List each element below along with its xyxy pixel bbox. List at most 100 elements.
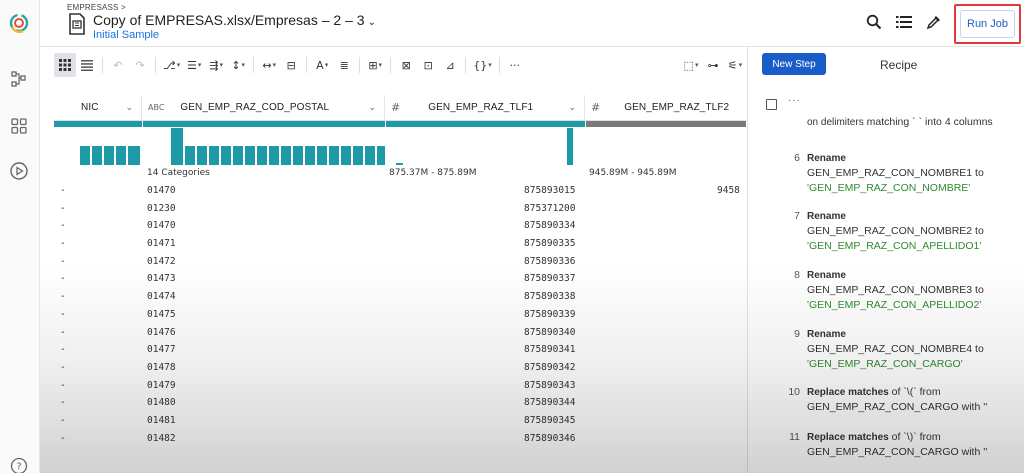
table-row[interactable]: - 01471 875890335	[54, 236, 746, 254]
calculate-icon[interactable]: ≣	[333, 53, 355, 77]
cell-nic[interactable]: -	[60, 273, 66, 284]
histogram-bar[interactable]	[197, 146, 207, 165]
cell-postal[interactable]: 01474	[147, 291, 176, 302]
table-row[interactable]: - 01478 875890342	[54, 360, 746, 378]
cell-postal[interactable]: 01472	[147, 256, 176, 267]
cell-tlf1[interactable]: 875890335	[524, 238, 575, 249]
histogram-bar[interactable]	[116, 146, 126, 165]
cell-nic[interactable]: -	[60, 433, 66, 444]
cell-nic[interactable]: -	[60, 238, 66, 249]
move-column-icon[interactable]: ↔ ▾	[258, 53, 280, 77]
table-row[interactable]: - 01477 875890341	[54, 342, 746, 360]
lookup-icon[interactable]: ⊶	[702, 53, 724, 77]
cell-tlf1[interactable]: 875890341	[524, 344, 575, 355]
text-format-icon[interactable]: A ▾	[311, 53, 333, 77]
column-header[interactable]: ABC GEN_EMP_RAZ_COD_POSTAL ⌄	[142, 95, 385, 121]
table-row[interactable]: - 01482 875890346	[54, 431, 746, 449]
select-columns-icon[interactable]: ⬚ ▾	[680, 53, 702, 77]
new-step-button[interactable]: New Step	[762, 53, 826, 75]
cell-postal[interactable]: 01478	[147, 362, 176, 373]
cell-tlf1[interactable]: 875893015	[524, 185, 575, 196]
dataset-title[interactable]: Copy of EMPRESAS.xlsx/Empresas – 2 – 3 ⌄	[93, 12, 376, 28]
select-all-checkbox[interactable]	[766, 99, 777, 110]
histogram-bar[interactable]	[221, 146, 231, 165]
cell-postal[interactable]: 01479	[147, 380, 176, 391]
histogram-bar[interactable]	[317, 146, 327, 165]
histogram-bar[interactable]	[293, 146, 303, 165]
cell-postal[interactable]: 01476	[147, 327, 176, 338]
search-icon[interactable]	[864, 12, 884, 32]
cell-nic[interactable]: -	[60, 415, 66, 426]
table-row[interactable]: - 01481 875890345	[54, 413, 746, 431]
column-header[interactable]: NIC ⌄	[54, 95, 142, 121]
chevron-down-icon[interactable]: ⌄	[368, 17, 376, 28]
histogram-bar[interactable]	[257, 146, 267, 165]
cell-nic[interactable]: -	[60, 362, 66, 373]
table-row[interactable]: - 01472 875890336	[54, 254, 746, 272]
app-logo-icon[interactable]	[8, 12, 30, 34]
cell-nic[interactable]: -	[60, 203, 66, 214]
column-header[interactable]: # GEN_EMP_RAZ_TLF2	[585, 95, 746, 121]
histogram-bar[interactable]	[92, 146, 102, 165]
histogram-bar[interactable]	[104, 146, 114, 165]
table-row[interactable]: - 01474 875890338	[54, 289, 746, 307]
histogram-bar[interactable]	[281, 146, 291, 165]
column-type-icon[interactable]: #	[591, 101, 600, 114]
undo-icon[interactable]: ↶	[107, 53, 129, 77]
cell-postal[interactable]: 01470	[147, 220, 176, 231]
union-icon[interactable]: ⊡	[417, 53, 439, 77]
cell-nic[interactable]: -	[60, 220, 66, 231]
table-row[interactable]: - 01470 875893015 9458	[54, 183, 746, 201]
table-row[interactable]: - 01470 875890334	[54, 218, 746, 236]
table-row[interactable]: - 01479 875890343	[54, 378, 746, 396]
histogram-bar[interactable]	[128, 146, 140, 165]
cell-tlf1[interactable]: 875890343	[524, 380, 575, 391]
cell-tlf1[interactable]: 875890334	[524, 220, 575, 231]
table-row[interactable]: - 01480 875890344	[54, 395, 746, 413]
histogram-bar[interactable]	[80, 146, 90, 165]
split-column-icon[interactable]: ⊟	[280, 53, 302, 77]
column-histogram[interactable]	[54, 127, 142, 165]
cell-nic[interactable]: -	[60, 397, 66, 408]
histogram-bar[interactable]	[185, 146, 195, 165]
cell-postal[interactable]: 01481	[147, 415, 176, 426]
cell-tlf1[interactable]: 875890339	[524, 309, 575, 320]
cell-nic[interactable]: -	[60, 309, 66, 320]
list-view-icon[interactable]	[76, 53, 98, 77]
histogram-bar[interactable]	[396, 163, 403, 165]
grid-view-icon[interactable]	[54, 53, 76, 77]
redo-icon[interactable]: ↷	[129, 53, 151, 77]
histogram-bar[interactable]	[245, 146, 255, 165]
cell-postal[interactable]: 01230	[147, 203, 176, 214]
histogram-bar[interactable]	[567, 128, 573, 165]
cell-tlf1[interactable]: 875371200	[524, 203, 575, 214]
cell-postal[interactable]: 01473	[147, 273, 176, 284]
cell-nic[interactable]: -	[60, 327, 66, 338]
histogram-bar[interactable]	[209, 146, 219, 165]
cell-tlf1[interactable]: 875890337	[524, 273, 575, 284]
cell-postal[interactable]: 01471	[147, 238, 176, 249]
library-icon[interactable]	[8, 115, 30, 137]
more-options-icon[interactable]: ···	[788, 95, 801, 106]
column-header[interactable]: # GEN_EMP_RAZ_TLF1 ⌄	[385, 95, 585, 121]
cell-tlf1[interactable]: 875890338	[524, 291, 575, 302]
breadcrumb[interactable]: EMPRESASS >	[67, 3, 126, 12]
cell-tlf2[interactable]: 9458	[717, 185, 740, 196]
chevron-down-icon[interactable]: ⌄	[368, 102, 376, 113]
histogram-bar[interactable]	[171, 128, 183, 165]
histogram-bar[interactable]	[233, 146, 243, 165]
restructure-icon[interactable]: ⎇ ▾	[160, 53, 183, 77]
histogram-bar[interactable]	[341, 146, 351, 165]
merge-icon[interactable]: ⇶ ▾	[205, 53, 227, 77]
nest-icon[interactable]: {} ▾	[470, 53, 495, 77]
filter-rows-icon[interactable]: ☰ ▾	[183, 53, 205, 77]
chevron-down-icon[interactable]: ⌄	[568, 102, 576, 113]
column-list-icon[interactable]	[894, 12, 914, 32]
column-histogram[interactable]	[386, 127, 585, 165]
group-icon[interactable]: ⊞ ▾	[364, 53, 386, 77]
chevron-down-icon[interactable]: ⌄	[125, 102, 133, 113]
table-row[interactable]: - 01475 875890339	[54, 307, 746, 325]
cell-postal[interactable]: 01477	[147, 344, 176, 355]
cell-tlf1[interactable]: 875890340	[524, 327, 575, 338]
column-type-icon[interactable]: ABC	[148, 103, 164, 112]
